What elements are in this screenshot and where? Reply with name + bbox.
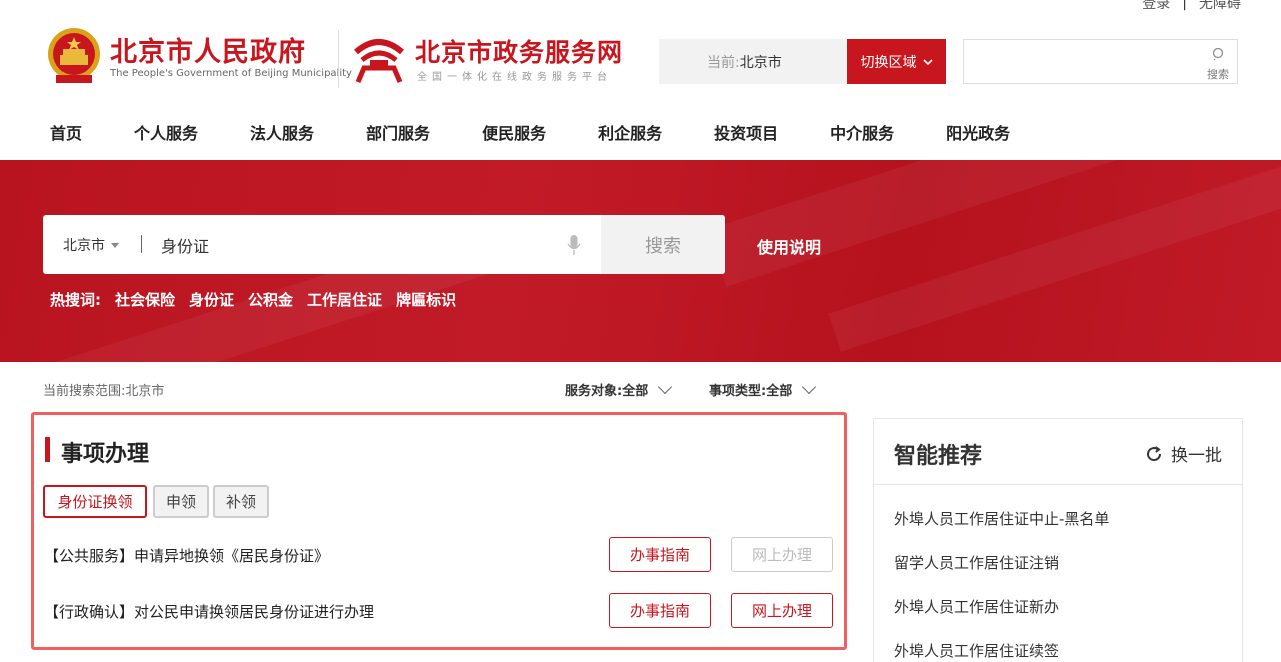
item-type-filter[interactable]: 事项类型:全部 (709, 379, 817, 399)
tag-reissue[interactable]: 补领 (213, 485, 269, 518)
recommend-item[interactable]: 外埠人员工作居住证中止-黑名单 (894, 508, 1109, 529)
current-region: 当前: 北京市 (659, 39, 847, 84)
item-type-label: 事项类型:全部 (709, 384, 793, 399)
hot-word[interactable]: 工作居住证 (307, 289, 382, 310)
hot-word[interactable]: 公积金 (248, 289, 293, 310)
search-scope: 当前搜索范围:北京市 (43, 384, 165, 399)
page-root: 登录 | 无障碍 北京市人民政府 The People's Government… (0, 0, 1281, 662)
microphone-icon[interactable] (567, 234, 581, 256)
nav-item-home[interactable]: 首页 (50, 120, 82, 144)
service-target-label: 服务对象:全部 (565, 384, 649, 399)
national-emblem-icon[interactable] (46, 27, 102, 85)
gov-service-logo-icon[interactable] (350, 30, 408, 86)
nav-item-corporate[interactable]: 法人服务 (250, 120, 314, 144)
top-links-separator: | (1182, 0, 1187, 11)
search-input[interactable] (161, 229, 561, 261)
service-guide-button[interactable]: 办事指南 (609, 593, 711, 628)
search-button[interactable]: 搜索 (601, 215, 725, 274)
matter-item-title[interactable]: 【行政确认】对公民申请换领居民身份证进行办理 (44, 601, 374, 622)
section-marker (45, 437, 50, 462)
online-apply-button-disabled[interactable]: 网上办理 (731, 537, 833, 572)
top-links: 登录 | 无障碍 (1142, 0, 1241, 13)
header-search-label[interactable]: 搜索 (1207, 66, 1229, 82)
nav-item-investment[interactable]: 投资项目 (714, 120, 778, 144)
refresh-icon (1147, 445, 1162, 461)
nav-item-personal[interactable]: 个人服务 (134, 120, 198, 144)
tag-id-card-renewal[interactable]: 身份证换领 (43, 485, 147, 518)
matter-item-title[interactable]: 【公共服务】申请异地换领《居民身份证》 (44, 545, 329, 566)
caret-down-icon (111, 242, 119, 248)
nav-item-convenience[interactable]: 便民服务 (482, 120, 546, 144)
recommend-title: 智能推荐 (894, 444, 983, 469)
main-search-bar: 北京市 搜索 (43, 215, 725, 274)
nav-item-intermediary[interactable]: 中介服务 (830, 120, 894, 144)
nav-item-open-government[interactable]: 阳光政务 (946, 120, 1010, 144)
region-label: 当前: (707, 54, 740, 71)
chevron-down-icon (658, 379, 673, 395)
recommend-panel: 智能推荐 换一批 外埠人员工作居住证中止-黑名单 留学人员工作居住证注销 外埠人… (873, 418, 1243, 662)
recommend-item[interactable]: 外埠人员工作居住证新办 (894, 596, 1059, 617)
usage-instructions-link[interactable]: 使用说明 (757, 234, 821, 258)
recommend-item[interactable]: 留学人员工作居住证注销 (894, 552, 1059, 573)
tag-apply[interactable]: 申领 (153, 485, 209, 518)
hot-search-label: 热搜词: (50, 291, 101, 309)
switch-region-button[interactable]: 切换区域 (847, 39, 946, 84)
search-banner: 北京市 搜索 使用说明 热搜词: 社会保险 身份证 公积金 工作居住证 牌匾标识 (0, 160, 1281, 362)
header-divider (338, 30, 339, 88)
region-value: 北京市 (739, 54, 782, 71)
gov-title[interactable]: 北京市人民政府 (110, 30, 306, 69)
gov-subtitle: The People's Government of Beijing Munic… (110, 68, 352, 79)
switch-region-label: 切换区域 (860, 54, 917, 71)
hot-word[interactable]: 身份证 (189, 289, 234, 310)
chevron-down-icon (922, 58, 933, 65)
recommend-header: 智能推荐 换一批 (874, 419, 1242, 485)
matters-panel: 事项办理 身份证换领 申领 补领 【公共服务】申请异地换领《居民身份证》 办事指… (31, 412, 847, 650)
hot-word[interactable]: 牌匾标识 (396, 289, 456, 310)
header-search-box[interactable]: 搜索 (963, 39, 1238, 84)
service-portal-subtitle: 全国一体化在线政务服务平台 (417, 72, 612, 83)
service-guide-button[interactable]: 办事指南 (609, 537, 711, 572)
nav-item-enterprise[interactable]: 利企服务 (598, 120, 662, 144)
service-portal-title[interactable]: 北京市政务服务网 (415, 33, 623, 69)
refresh-button[interactable]: 换一批 (1145, 441, 1222, 466)
search-icon[interactable] (1211, 47, 1225, 61)
recommend-item[interactable]: 外埠人员工作居住证续签 (894, 640, 1059, 661)
search-divider (141, 235, 142, 253)
hot-word[interactable]: 社会保险 (115, 289, 175, 310)
online-apply-button[interactable]: 网上办理 (731, 593, 833, 628)
chevron-down-icon (802, 379, 817, 395)
hot-search-words: 热搜词: 社会保险 身份证 公积金 工作居住证 牌匾标识 (50, 289, 456, 310)
accessibility-link[interactable]: 无障碍 (1199, 0, 1241, 13)
login-link[interactable]: 登录 (1142, 0, 1170, 13)
city-selector-value: 北京市 (63, 238, 105, 254)
refresh-label: 换一批 (1171, 446, 1222, 466)
service-target-filter[interactable]: 服务对象:全部 (565, 379, 673, 399)
nav-item-department[interactable]: 部门服务 (366, 120, 430, 144)
matters-title: 事项办理 (61, 442, 150, 467)
main-nav: 首页 个人服务 法人服务 部门服务 便民服务 利企服务 投资项目 中介服务 阳光… (50, 120, 1062, 144)
city-selector[interactable]: 北京市 (63, 235, 119, 255)
